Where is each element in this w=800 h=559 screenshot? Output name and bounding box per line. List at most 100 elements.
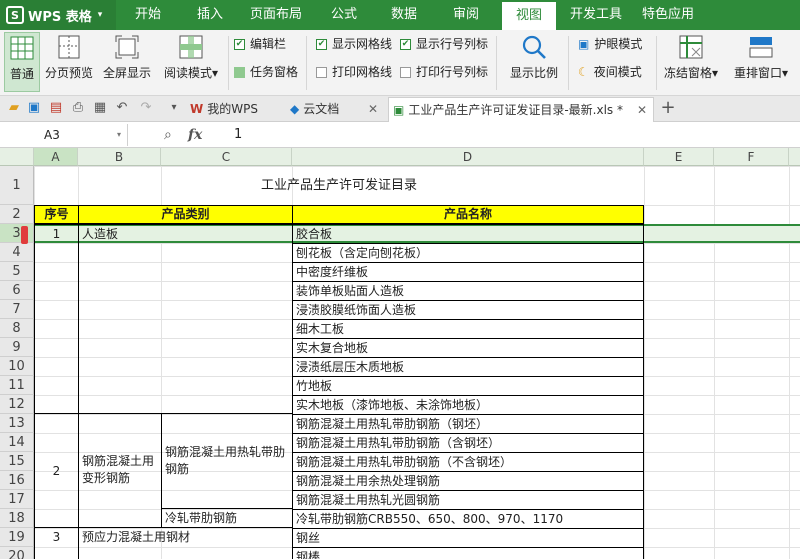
- product-name-cell[interactable]: 刨花板（含定向刨花板）: [292, 243, 644, 263]
- column-header-e[interactable]: E: [644, 148, 714, 166]
- subcategory-2b[interactable]: 冷轧带肋钢筋: [162, 509, 292, 527]
- row-header-5[interactable]: 5: [0, 262, 34, 281]
- tab-cloud-docs[interactable]: ◆ 云文档 ✕: [286, 97, 384, 122]
- row-header-18[interactable]: 18: [0, 509, 34, 528]
- row-header-15[interactable]: 15: [0, 452, 34, 471]
- category-1[interactable]: 人造板: [79, 225, 279, 243]
- normal-view-button[interactable]: 普通: [4, 32, 40, 92]
- reading-mode-button[interactable]: 阅读模式▾: [158, 32, 224, 92]
- menu-formulas[interactable]: 公式: [318, 0, 370, 30]
- redo-icon[interactable]: ↷: [138, 100, 154, 116]
- menu-page-layout[interactable]: 页面布局: [244, 0, 308, 30]
- product-name-cell[interactable]: 装饰单板贴面人造板: [292, 281, 644, 301]
- product-name-cell[interactable]: 中密度纤维板: [292, 262, 644, 282]
- product-name-cell[interactable]: 浸渍纸层压木质地板: [292, 357, 644, 377]
- zoom-search-icon[interactable]: ⌕: [164, 126, 172, 144]
- column-header-a[interactable]: A: [34, 148, 78, 166]
- category-2[interactable]: 钢筋混凝土用变形钢筋: [79, 453, 161, 487]
- product-name-cell[interactable]: 冷轧带肋钢筋CRB550、650、800、970、1170: [292, 509, 644, 529]
- product-name-cell[interactable]: 钢筋混凝土用热轧带肋钢筋（钢坯）: [292, 414, 644, 434]
- name-box[interactable]: A3 ▾: [0, 124, 128, 146]
- menu-review[interactable]: 审阅: [440, 0, 492, 30]
- row-header-8[interactable]: 8: [0, 319, 34, 338]
- menu-developer[interactable]: 开发工具: [564, 0, 628, 30]
- zoom-button[interactable]: 显示比例: [506, 32, 562, 92]
- rearrange-window-button[interactable]: 重排窗口▾: [728, 32, 794, 92]
- row-header-3[interactable]: 3: [0, 224, 34, 243]
- print-headers-checkbox[interactable]: 打印行号列标: [400, 62, 488, 82]
- sheet-title[interactable]: 工业产品生产许可发证目录: [34, 166, 644, 205]
- row-header-17[interactable]: 17: [0, 490, 34, 509]
- tab-my-wps[interactable]: W 我的WPS: [186, 97, 282, 122]
- product-name-cell[interactable]: 钢棒: [292, 547, 644, 559]
- menu-special[interactable]: 特色应用: [636, 0, 700, 30]
- new-tab-plus-icon[interactable]: +: [660, 99, 676, 117]
- open-folder-icon[interactable]: ▰: [6, 100, 22, 116]
- show-headers-checkbox[interactable]: ✔ 显示行号列标: [400, 34, 488, 54]
- eye-protection-button[interactable]: ▣ 护眼模式: [578, 34, 642, 54]
- product-name-cell[interactable]: 实木复合地板: [292, 338, 644, 358]
- subcategory-2a[interactable]: 钢筋混凝土用热轧带肋钢筋: [162, 444, 292, 478]
- customize-quick-access-icon[interactable]: ▾: [166, 100, 182, 116]
- row-header-14[interactable]: 14: [0, 433, 34, 452]
- print-preview-icon[interactable]: ▦: [92, 100, 108, 116]
- row-header-1[interactable]: 1: [0, 166, 34, 205]
- column-header-d[interactable]: D: [292, 148, 644, 166]
- close-icon[interactable]: ✕: [637, 98, 647, 122]
- menu-insert[interactable]: 插入: [184, 0, 236, 30]
- product-name-cell[interactable]: 胶合板: [292, 224, 644, 244]
- row-header-20[interactable]: 20: [0, 547, 34, 559]
- serial-3[interactable]: 3: [34, 528, 79, 546]
- tab-active-workbook[interactable]: ▣ 工业产品生产许可证发证目录-最新.xls * ✕: [388, 97, 654, 122]
- product-name-cell[interactable]: 竹地板: [292, 376, 644, 396]
- row-header-4[interactable]: 4: [0, 243, 34, 262]
- column-header-c[interactable]: C: [161, 148, 292, 166]
- spreadsheet-grid[interactable]: ABCDEFG 1234567891011121314151617181920 …: [0, 148, 800, 559]
- edit-bar-checkbox[interactable]: ✔ 编辑栏: [234, 34, 286, 54]
- row-header-10[interactable]: 10: [0, 357, 34, 376]
- row-header-2[interactable]: 2: [0, 205, 34, 224]
- print-gridlines-checkbox[interactable]: 打印网格线: [316, 62, 392, 82]
- product-name-cell[interactable]: 钢筋混凝土用热轧带肋钢筋（不含钢坯）: [292, 452, 644, 472]
- menu-data[interactable]: 数据: [378, 0, 430, 30]
- full-screen-button[interactable]: 全屏显示: [100, 32, 154, 92]
- row-header-11[interactable]: 11: [0, 376, 34, 395]
- task-pane-toggle[interactable]: 任务窗格: [234, 62, 298, 82]
- menu-home[interactable]: 开始: [122, 0, 174, 30]
- formula-input[interactable]: 1: [234, 125, 242, 145]
- select-all-corner[interactable]: [0, 148, 34, 166]
- serial-2[interactable]: 2: [34, 462, 79, 480]
- row-header-13[interactable]: 13: [0, 414, 34, 433]
- close-icon[interactable]: ✕: [368, 97, 378, 121]
- product-name-cell[interactable]: 实木地板（漆饰地板、未涂饰地板）: [292, 395, 644, 415]
- freeze-panes-button[interactable]: 冻结窗格▾: [660, 32, 722, 92]
- row-header-19[interactable]: 19: [0, 528, 34, 547]
- app-menu-button[interactable]: S WPS 表格 ▾: [0, 0, 116, 30]
- row-header-7[interactable]: 7: [0, 300, 34, 319]
- column-header-f[interactable]: F: [714, 148, 789, 166]
- column-header-g[interactable]: G: [789, 148, 800, 166]
- row-header-9[interactable]: 9: [0, 338, 34, 357]
- header-serial-number[interactable]: 序号: [34, 205, 79, 224]
- menu-view[interactable]: 视图: [502, 2, 556, 30]
- save-icon[interactable]: ▣: [26, 100, 42, 116]
- product-name-cell[interactable]: 浸渍胶膜纸饰面人造板: [292, 300, 644, 320]
- print-icon[interactable]: ⎙: [70, 100, 86, 116]
- page-break-preview-button[interactable]: 分页预览: [42, 32, 96, 92]
- product-name-cell[interactable]: 细木工板: [292, 319, 644, 339]
- row-header-6[interactable]: 6: [0, 281, 34, 300]
- function-icon[interactable]: fx: [188, 126, 202, 144]
- product-name-cell[interactable]: 钢丝: [292, 528, 644, 548]
- serial-1[interactable]: 1: [34, 225, 79, 243]
- category-3[interactable]: 预应力混凝土用钢材: [79, 528, 289, 546]
- row-header-12[interactable]: 12: [0, 395, 34, 414]
- export-pdf-icon[interactable]: ▤: [48, 100, 64, 116]
- product-name-cell[interactable]: 钢筋混凝土用热轧光圆钢筋: [292, 490, 644, 510]
- row-header-16[interactable]: 16: [0, 471, 34, 490]
- undo-icon[interactable]: ↶: [114, 100, 130, 116]
- product-name-cell[interactable]: 钢筋混凝土用余热处理钢筋: [292, 471, 644, 491]
- night-mode-button[interactable]: ☾ 夜间模式: [578, 62, 642, 82]
- column-header-b[interactable]: B: [78, 148, 161, 166]
- header-product-name[interactable]: 产品名称: [292, 205, 644, 224]
- product-name-cell[interactable]: 钢筋混凝土用热轧带肋钢筋（含钢坯）: [292, 433, 644, 453]
